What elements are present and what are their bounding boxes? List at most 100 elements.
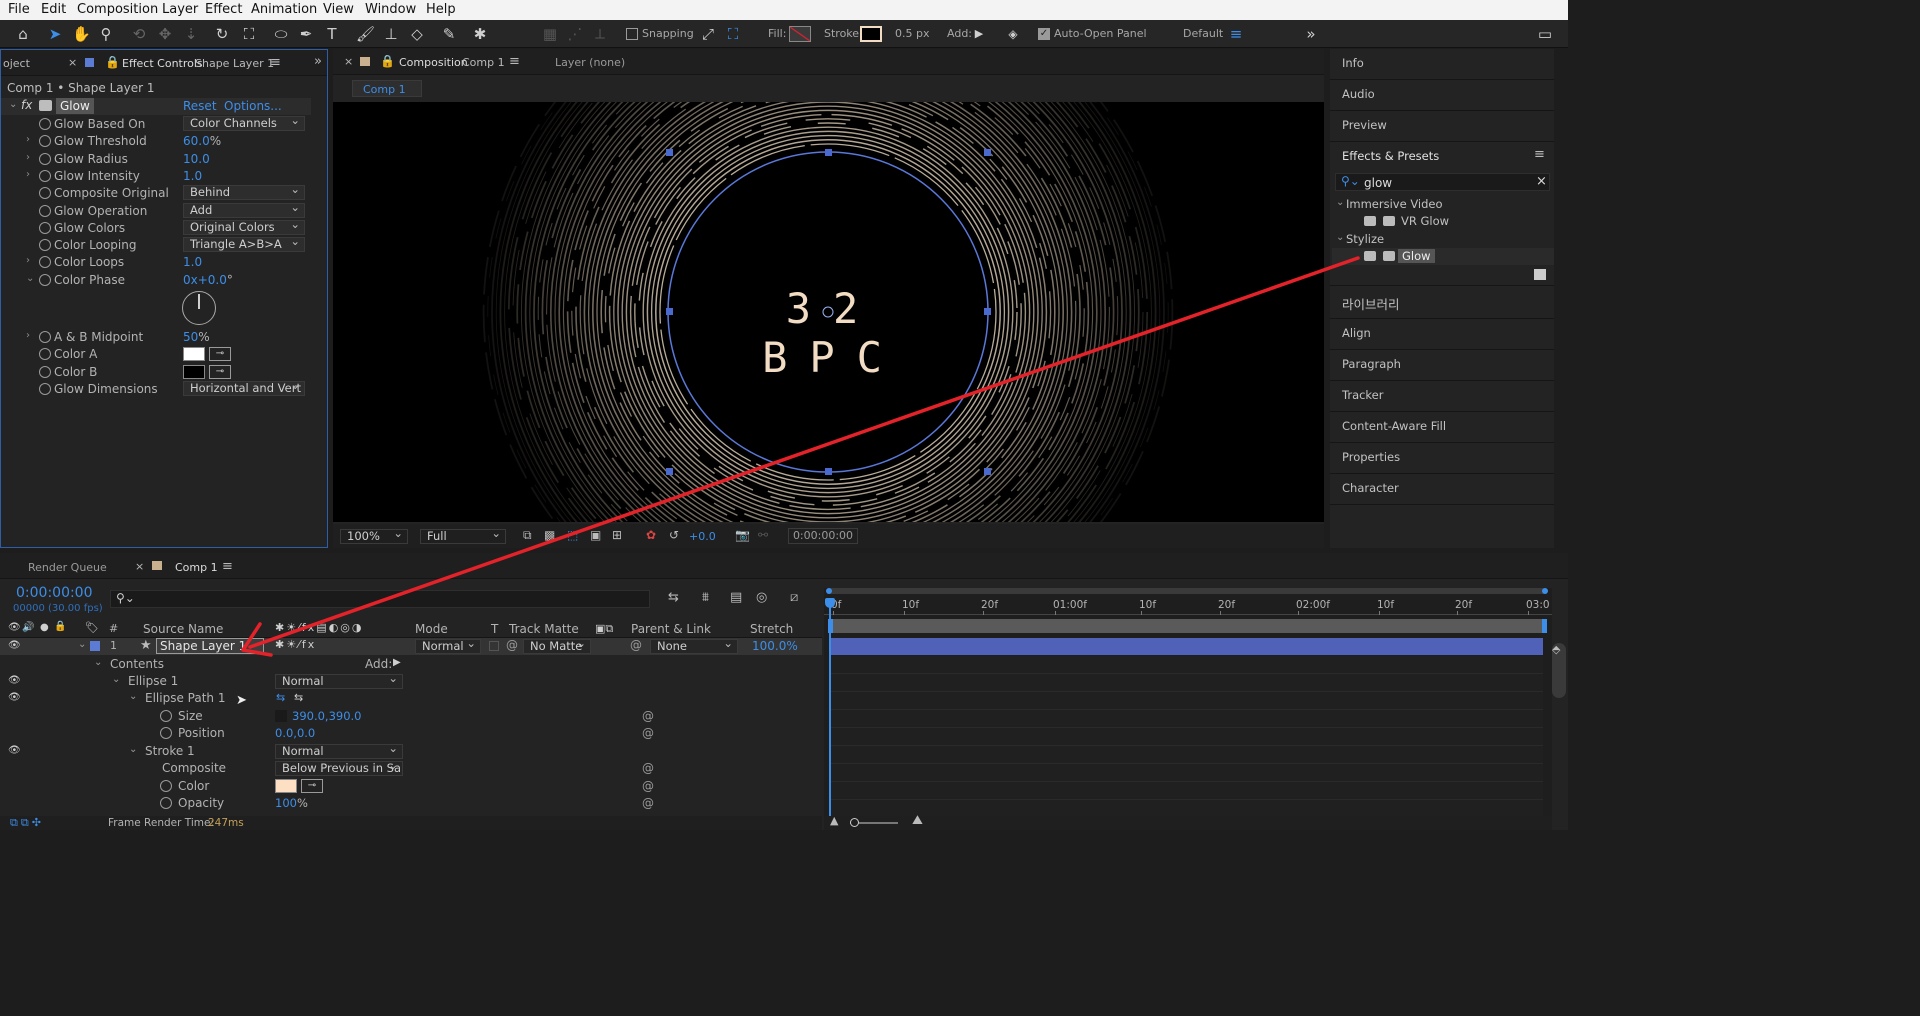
timeline-search-input[interactable]: ⚲⌄	[110, 590, 650, 608]
chevron-down-icon[interactable]: ⌄	[1336, 197, 1344, 208]
effect-glow[interactable]: Glow	[1398, 249, 1435, 263]
panel-info[interactable]: Info	[1342, 56, 1364, 70]
stopwatch-icon[interactable]	[39, 187, 51, 200]
effect-prop-row[interactable]: Glow Operation Add	[1, 202, 311, 220]
work-area-start[interactable]	[826, 588, 832, 594]
effect-prop-row[interactable]: › Glow Threshold 60.0%	[1, 133, 311, 150]
visibility-icon[interactable]: 👁	[8, 622, 21, 633]
menu-help[interactable]: Help	[426, 2, 456, 17]
effect-prop-dropdown[interactable]: Triangle A>B>A	[183, 237, 305, 253]
effect-prop-row[interactable]: Color Looping Triangle A>B>A	[1, 237, 311, 254]
header-mode[interactable]: Mode	[415, 622, 448, 636]
puppet-tool-icon[interactable]: ✱	[471, 25, 489, 43]
stopwatch-icon[interactable]	[39, 239, 51, 252]
track-matte-dropdown[interactable]: No Matte	[523, 639, 591, 654]
stopwatch-icon[interactable]	[39, 348, 51, 361]
panel-paragraph[interactable]: Paragraph	[1342, 357, 1401, 371]
effect-prop-row[interactable]: Glow Colors Original Colors	[1, 219, 311, 237]
layer-stretch[interactable]: 100.0%	[752, 639, 798, 653]
chevron-down-icon[interactable]: ⌄	[78, 639, 86, 650]
ellipse-tool-icon[interactable]: ⬭	[272, 25, 290, 43]
menu-window[interactable]: Window	[365, 2, 416, 17]
orbit-tool-icon[interactable]: ⟲	[130, 25, 148, 43]
stopwatch-icon[interactable]	[39, 256, 51, 269]
tab-render-queue[interactable]: Render Queue	[28, 561, 107, 574]
composite-row[interactable]: Composite Below Previous in Sa @	[0, 760, 822, 777]
panel-tracker[interactable]: Tracker	[1342, 388, 1384, 402]
expression-pickwhip-icon[interactable]: @	[642, 761, 656, 775]
region-of-interest-icon[interactable]: ▣	[590, 528, 601, 542]
position-value[interactable]: 0.0,0.0	[275, 726, 315, 740]
panel-character[interactable]: Character	[1342, 481, 1399, 495]
overflow-icon[interactable]: »	[314, 54, 322, 69]
home-icon[interactable]: ⌂	[14, 25, 32, 43]
tab-layer[interactable]: Layer (none)	[555, 56, 625, 69]
lock-icon[interactable]: 🔒	[54, 621, 66, 632]
zoom-dropdown[interactable]: 100%	[340, 529, 408, 544]
comp-subtab[interactable]: Comp 1	[352, 80, 422, 97]
stroke1-row[interactable]: 👁 ⌄ Stroke 1 Normal	[0, 743, 822, 760]
color-phase-dial[interactable]	[182, 291, 216, 325]
effects-search-input[interactable]: ⚲⌄ glow ×	[1335, 173, 1550, 191]
header-stretch[interactable]: Stretch	[750, 622, 793, 636]
chevron-down-icon[interactable]: ⌄	[112, 674, 120, 685]
graph-editor-icon[interactable]: ⧄	[790, 590, 798, 605]
mask-visibility-icon[interactable]: ⬚	[567, 528, 578, 542]
expression-pickwhip-icon[interactable]: @	[642, 726, 656, 740]
fill-swatch[interactable]	[789, 26, 811, 42]
effect-prop-value[interactable]: 1.0	[183, 255, 202, 269]
menu-composition[interactable]: Composition	[77, 2, 158, 17]
stroke1-mode-dropdown[interactable]: Normal	[275, 744, 403, 759]
chevron-right-icon[interactable]: ⌄	[26, 273, 34, 284]
color-row[interactable]: Color ⊸ @	[0, 778, 822, 795]
frame-blending-icon[interactable]: ▤	[730, 590, 742, 605]
distribute-icon[interactable]: ⋰	[566, 25, 584, 43]
fx-icon[interactable]: fx	[21, 98, 32, 112]
tab-effect-controls[interactable]: Effect Controls	[122, 57, 203, 70]
snapshot-icon[interactable]: 📷	[735, 528, 750, 542]
stopwatch-icon[interactable]	[39, 221, 51, 234]
stopwatch-icon[interactable]	[39, 118, 51, 130]
comp-flow-icon[interactable]: ⇆	[668, 590, 679, 605]
transparency-grid-icon[interactable]: ▩	[544, 528, 555, 542]
eyedropper-icon[interactable]: ⊸	[209, 364, 231, 379]
viewer-timecode[interactable]: 0:00:00:00	[788, 528, 858, 544]
effect-prop-row[interactable]: Glow Based On Color Channels	[1, 116, 311, 133]
layer-duration-bar[interactable]	[831, 638, 1543, 655]
header-parent-link[interactable]: Parent & Link	[631, 622, 711, 636]
layer-name[interactable]: Shape Layer 1	[156, 638, 264, 654]
solo-icon[interactable]: ●	[40, 622, 49, 633]
chevron-down-icon[interactable]: ⌄	[1336, 232, 1344, 243]
workspace-default[interactable]: Default	[1183, 27, 1223, 40]
position-row[interactable]: Position 0.0,0.0 @	[0, 725, 822, 742]
expression-pickwhip-icon[interactable]: @	[642, 796, 656, 810]
panel-menu-icon[interactable]: ≡	[1534, 147, 1545, 162]
zoom-tool-icon[interactable]: ⚲	[97, 25, 115, 43]
chevron-down-icon[interactable]: ⌄	[129, 744, 137, 755]
menu-edit[interactable]: Edit	[41, 2, 66, 17]
footer-toggle-icons[interactable]: ⧉⧉✣	[10, 816, 44, 830]
layer-label-color[interactable]	[90, 641, 100, 651]
effect-prop-row[interactable]: › Glow Radius 10.0	[1, 151, 311, 168]
composite-dropdown[interactable]: Below Previous in Sa	[275, 761, 403, 776]
effect-prop-dropdown[interactable]: Behind	[183, 185, 305, 201]
effect-prop-value[interactable]: 1.0	[183, 169, 202, 183]
channel-icon[interactable]: ✿	[646, 528, 656, 542]
menu-animation[interactable]: Animation	[251, 2, 317, 17]
preserve-transparency-checkbox[interactable]	[489, 641, 499, 651]
stopwatch-icon[interactable]	[39, 365, 51, 378]
effect-prop-row[interactable]: Color B ⊸	[1, 364, 311, 381]
effect-prop-row[interactable]: ⌄ Color Phase 0x+0.0°	[1, 272, 311, 289]
chevron-right-icon[interactable]: ›	[26, 169, 30, 180]
playhead-handle[interactable]	[825, 598, 835, 608]
effect-prop-row[interactable]: Composite Original Behind	[1, 185, 311, 202]
menu-view[interactable]: View	[323, 2, 354, 17]
path-direction-icon[interactable]: ⇆	[276, 691, 285, 704]
panel-preview[interactable]: Preview	[1342, 118, 1387, 132]
work-area-region[interactable]	[831, 619, 1543, 633]
pen-tool-icon[interactable]: ✒	[297, 25, 315, 43]
effect-prop-value[interactable]: 60.0	[183, 134, 210, 148]
selection-tool-icon[interactable]: ➤	[46, 25, 64, 43]
effect-prop-dropdown[interactable]: Color Channels	[183, 116, 305, 131]
chevron-down-icon[interactable]: ⌄	[94, 657, 102, 668]
